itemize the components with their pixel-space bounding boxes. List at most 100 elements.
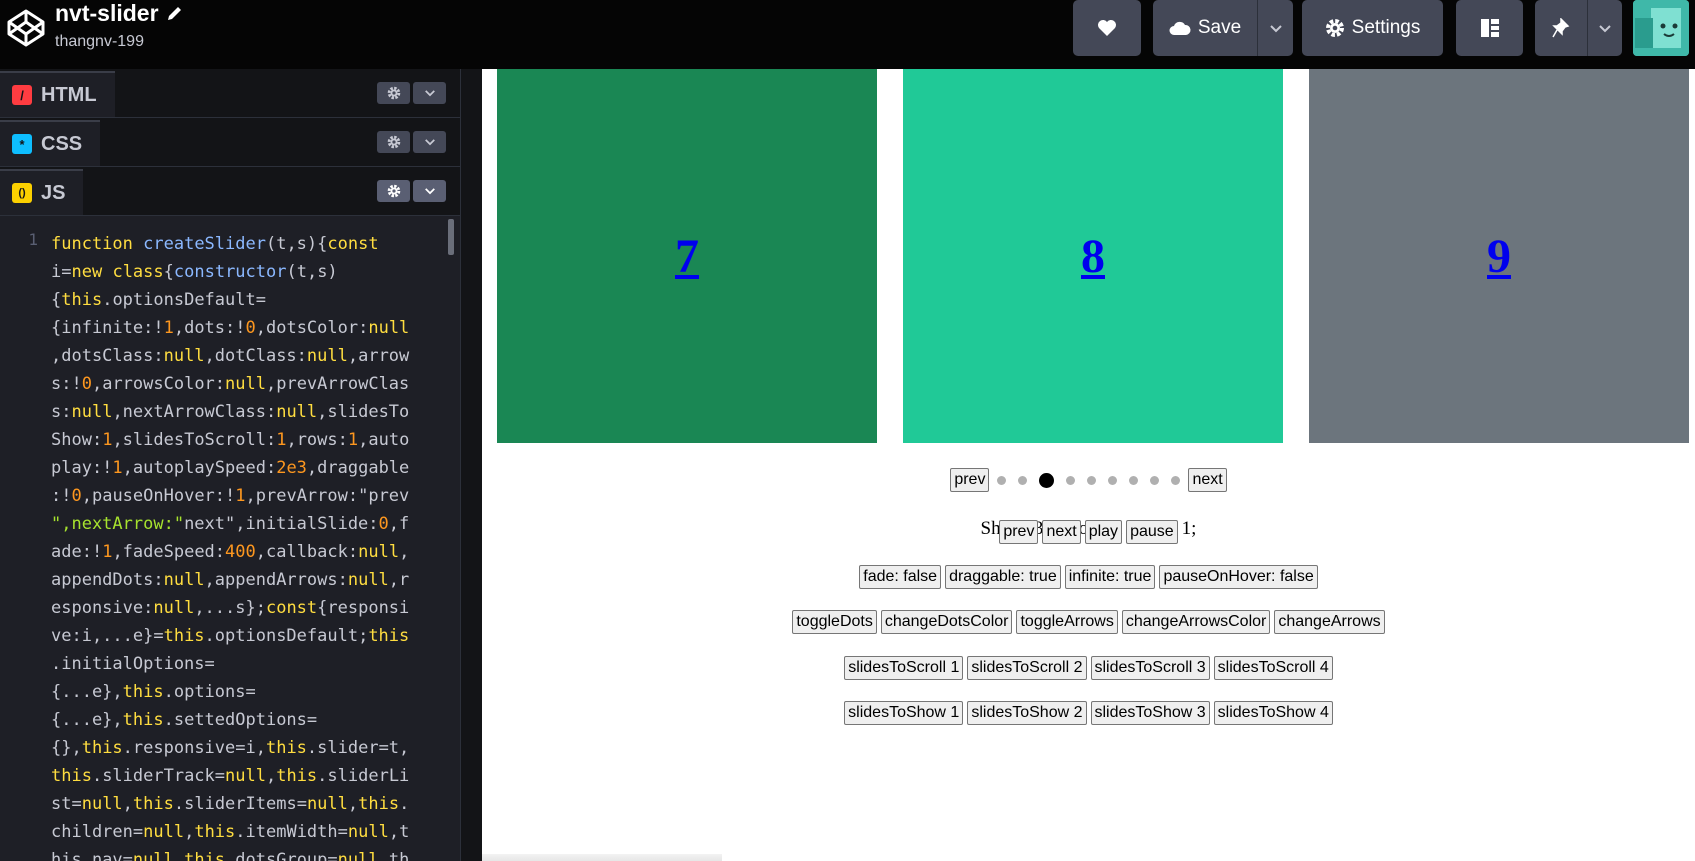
- slider-dot[interactable]: [1150, 475, 1160, 485]
- slider-dot[interactable]: [1129, 475, 1139, 485]
- js-collapse-button[interactable]: [413, 180, 446, 202]
- control-button-slidestoscroll-4[interactable]: slidesToScroll 4: [1213, 656, 1333, 680]
- control-button-slidestoshow-3[interactable]: slidesToShow 3: [1090, 701, 1210, 725]
- js-editor-header: () JS: [0, 167, 460, 216]
- heart-icon: [1098, 20, 1116, 36]
- html-collapse-button[interactable]: [413, 82, 446, 104]
- prev-arrow-button[interactable]: prev: [950, 468, 990, 492]
- slide-item: 8: [903, 69, 1283, 443]
- panel-resizer[interactable]: [460, 69, 482, 861]
- pin-options-dropdown[interactable]: [1587, 0, 1622, 56]
- control-button-row: slidesToShow 1 slidesToShow 2 slidesToShow…: [482, 701, 1695, 725]
- control-button-slidestoscroll-3[interactable]: slidesToScroll 3: [1090, 656, 1210, 680]
- code-editor-panel: / HTML * CSS () JS 1 function createSlid…: [0, 69, 460, 861]
- tab-js-label: JS: [41, 181, 66, 204]
- next-arrow-button[interactable]: next: [1188, 468, 1227, 492]
- tab-html[interactable]: / HTML: [0, 71, 115, 117]
- control-button-row: toggleDots changeDotsColor toggleArrows cha…: [482, 610, 1695, 634]
- chevron-down-icon: [424, 188, 435, 195]
- control-button-slidestoshow-2[interactable]: slidesToShow 2: [967, 701, 1087, 725]
- slide-link[interactable]: 9: [1487, 229, 1511, 284]
- js-code-editor[interactable]: 1 function createSlider(t,s){const i=new…: [0, 217, 460, 861]
- chevron-down-icon: [424, 139, 435, 146]
- control-button-row: slidesToScroll 1 slidesToScroll 2 slidesTo…: [482, 656, 1695, 680]
- control-button-changearrowscolor[interactable]: changeArrowsColor: [1121, 610, 1271, 634]
- control-button-infinite-true[interactable]: infinite: true: [1064, 565, 1156, 589]
- control-button-togglearrows[interactable]: toggleArrows: [1016, 610, 1118, 634]
- save-options-dropdown[interactable]: [1257, 0, 1293, 56]
- chevron-down-icon: [424, 90, 435, 97]
- slide-link[interactable]: 7: [675, 229, 699, 284]
- code-text: function createSlider(t,s){const i=new c…: [51, 234, 410, 861]
- editor-scrollbar[interactable]: [448, 219, 454, 255]
- css-settings-button[interactable]: [377, 131, 410, 153]
- control-button-row: fade: false draggable: true infinite: true…: [482, 565, 1695, 589]
- gear-icon: [1325, 19, 1344, 37]
- pin-icon: [1552, 18, 1570, 38]
- html-icon: /: [12, 85, 32, 105]
- control-button-changedotscolor[interactable]: changeDotsColor: [880, 610, 1013, 634]
- project-title[interactable]: nvt-slider: [55, 0, 159, 27]
- control-button-play[interactable]: play: [1084, 520, 1123, 544]
- control-button-slidestoscroll-1[interactable]: slidesToScroll 1: [844, 656, 964, 680]
- layout-icon: [1480, 19, 1499, 37]
- cloud-icon: [1169, 21, 1191, 35]
- css-editor-header: * CSS: [0, 118, 460, 167]
- control-button-fade-false[interactable]: fade: false: [859, 565, 942, 589]
- slider-nav: prev next: [482, 468, 1695, 492]
- user-avatar[interactable]: [1633, 0, 1689, 56]
- control-button-prev[interactable]: prev: [999, 520, 1039, 544]
- gear-icon: [387, 86, 400, 100]
- html-settings-button[interactable]: [377, 82, 410, 104]
- control-button-toggledots[interactable]: toggleDots: [792, 610, 877, 634]
- slider-dot[interactable]: [1087, 475, 1097, 485]
- change-view-button[interactable]: [1456, 0, 1523, 56]
- edit-title-icon[interactable]: [166, 4, 184, 22]
- project-author[interactable]: thangnv-199: [55, 33, 144, 51]
- codepen-logo-icon[interactable]: [6, 8, 46, 48]
- slider-dot[interactable]: [1066, 475, 1076, 485]
- slider-dot[interactable]: [997, 475, 1007, 485]
- slider-dot[interactable]: [1039, 472, 1055, 488]
- tab-js[interactable]: () JS: [0, 169, 84, 215]
- control-button-next[interactable]: next: [1042, 520, 1081, 544]
- settings-button[interactable]: Settings: [1302, 0, 1443, 56]
- control-button-draggable-true[interactable]: draggable: true: [945, 565, 1061, 589]
- avatar-face-icon: [1633, 0, 1689, 56]
- js-settings-button[interactable]: [377, 180, 410, 202]
- top-header: nvt-slider thangnv-199 Save Settings: [0, 0, 1695, 69]
- tab-html-label: HTML: [41, 83, 97, 106]
- control-button-changearrows[interactable]: changeArrows: [1274, 610, 1385, 634]
- slider-dot[interactable]: [1171, 475, 1181, 485]
- control-button-slidestoscroll-2[interactable]: slidesToScroll 2: [967, 656, 1087, 680]
- control-button-pause[interactable]: pause: [1126, 520, 1178, 544]
- css-icon: *: [12, 134, 32, 154]
- control-button-slidestoshow-1[interactable]: slidesToShow 1: [844, 701, 964, 725]
- html-editor-header: / HTML: [0, 69, 460, 118]
- css-collapse-button[interactable]: [413, 131, 446, 153]
- control-button-pauseonhover-false[interactable]: pauseOnHover: false: [1159, 565, 1318, 589]
- preview-bottom-edge: [482, 854, 722, 861]
- control-button-slidestoshow-4[interactable]: slidesToShow 4: [1213, 701, 1333, 725]
- gear-icon: [387, 184, 400, 198]
- line-number: 1: [28, 230, 38, 249]
- gear-icon: [387, 135, 400, 149]
- settings-button-label: Settings: [1351, 17, 1421, 38]
- love-button[interactable]: [1073, 0, 1141, 56]
- tab-css[interactable]: * CSS: [0, 120, 101, 166]
- pin-button[interactable]: [1535, 0, 1587, 56]
- slide-item: 7: [497, 69, 877, 443]
- js-icon: (): [12, 183, 32, 203]
- slide-link[interactable]: 8: [1081, 229, 1105, 284]
- chevron-down-icon: [1269, 24, 1282, 32]
- save-button[interactable]: Save: [1153, 0, 1257, 56]
- preview-frame: 7 8 9 prev next Show: 3; Scroll: 3; Rows…: [482, 69, 1695, 861]
- slider-dot[interactable]: [1018, 475, 1028, 485]
- chevron-down-icon: [1599, 24, 1611, 32]
- slider-dot[interactable]: [1108, 475, 1118, 485]
- tab-css-label: CSS: [41, 132, 83, 155]
- slider-dots: [991, 472, 1186, 488]
- control-button-row: prev next play pause: [482, 520, 1695, 544]
- save-button-label: Save: [1197, 17, 1242, 38]
- slide-item: 9: [1309, 69, 1689, 443]
